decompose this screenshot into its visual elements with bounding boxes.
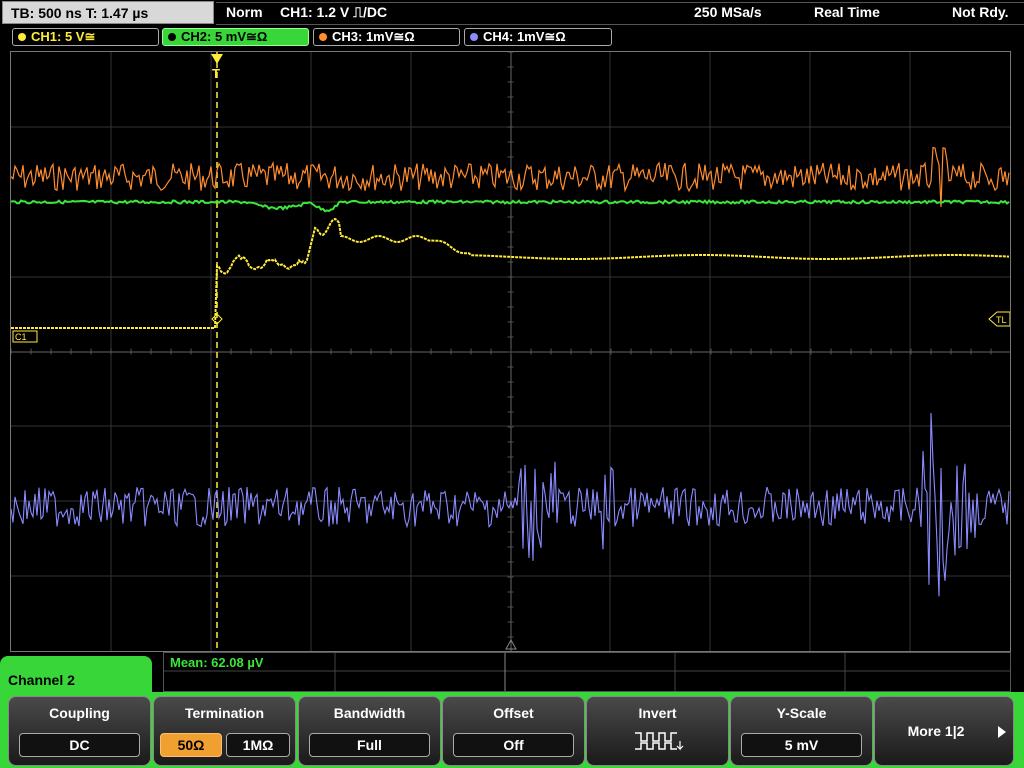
status-bar: TB: 500 ns T: 1.47 µs Norm CH1: 1.2 V ⎍/… [0, 0, 1024, 26]
bottom-panel: Mean: 62.08 µV Channel 2 Coupling DC Ter… [0, 652, 1024, 768]
c1-marker-label: C1 [15, 332, 27, 342]
ch4-waveform [11, 412, 1010, 597]
measurement-area: Mean: 62.08 µV [163, 652, 1011, 692]
status-text: Not Rdy. [952, 4, 1009, 20]
yscale-value[interactable]: 5 mV [741, 733, 862, 757]
coupling-value[interactable]: DC [19, 733, 140, 757]
termination-50ohm[interactable]: 50Ω [160, 733, 222, 757]
tl-marker-label: TL [996, 315, 1007, 325]
tab-ch3-label: CH3: 1mV≅Ω [332, 29, 415, 44]
tab-ch1-label: CH1: 5 V≅ [31, 29, 96, 44]
graticule [11, 52, 1010, 651]
trigger-marker-icon[interactable] [211, 54, 223, 64]
tab-ch4-label: CH4: 1mV≅Ω [483, 29, 566, 44]
ch1-dot-icon [18, 33, 26, 41]
trigger-info[interactable]: CH1: 1.2 V ⎍/DC [280, 0, 387, 24]
ch2-dot-icon [168, 33, 176, 41]
bandwidth-value[interactable]: Full [309, 733, 430, 757]
timebase-readout[interactable]: TB: 500 ns T: 1.47 µs [2, 1, 214, 24]
tab-ch1[interactable]: CH1: 5 V≅ [12, 28, 159, 46]
termination-title: Termination [184, 705, 265, 721]
invert-waveform-icon [635, 732, 684, 751]
coupling-softkey[interactable]: Coupling DC [8, 696, 151, 766]
trigger-t-icon: T [212, 66, 220, 81]
coupling-title: Coupling [49, 705, 110, 721]
trigger-mode[interactable]: Norm [226, 0, 263, 24]
offset-title: Offset [493, 705, 534, 721]
tab-ch2-label: CH2: 5 mV≅Ω [181, 29, 268, 44]
tab-ch2[interactable]: CH2: 5 mV≅Ω [162, 28, 309, 46]
mean-measurement: Mean: 62.08 µV [170, 655, 264, 670]
termination-softkey[interactable]: Termination 50Ω 1MΩ [153, 696, 296, 766]
waveform-display[interactable]: T C1 TL [10, 51, 1011, 652]
more-label: More 1|2 [907, 723, 965, 739]
offset-value[interactable]: Off [453, 733, 574, 757]
yscale-softkey[interactable]: Y-Scale 5 mV [730, 696, 873, 766]
ch4-dot-icon [470, 33, 478, 41]
ch3-dot-icon [319, 33, 327, 41]
ch1-waveform [11, 217, 1010, 329]
channel-tabs: CH1: 5 V≅ CH2: 5 mV≅Ω CH3: 1mV≅Ω CH4: 1m… [0, 26, 1024, 48]
tab-ch3[interactable]: CH3: 1mV≅Ω [313, 28, 460, 46]
arrow-right-icon [998, 726, 1006, 738]
bandwidth-softkey[interactable]: Bandwidth Full [298, 696, 441, 766]
termination-1mohm[interactable]: 1MΩ [226, 733, 290, 757]
yscale-title: Y-Scale [776, 705, 827, 721]
sample-rate: 250 MSa/s [694, 4, 762, 20]
measurement-grid [164, 653, 1010, 691]
acquisition-mode: Real Time [814, 4, 880, 20]
more-softkey[interactable]: More 1|2 [874, 696, 1014, 766]
invert-title: Invert [638, 705, 677, 721]
tab-ch4[interactable]: CH4: 1mV≅Ω [464, 28, 612, 46]
offset-softkey[interactable]: Offset Off [442, 696, 585, 766]
waveform-svg: T C1 TL [11, 52, 1010, 651]
invert-softkey[interactable]: Invert [586, 696, 729, 766]
ch3-waveform [11, 146, 1010, 207]
bandwidth-title: Bandwidth [333, 705, 406, 721]
